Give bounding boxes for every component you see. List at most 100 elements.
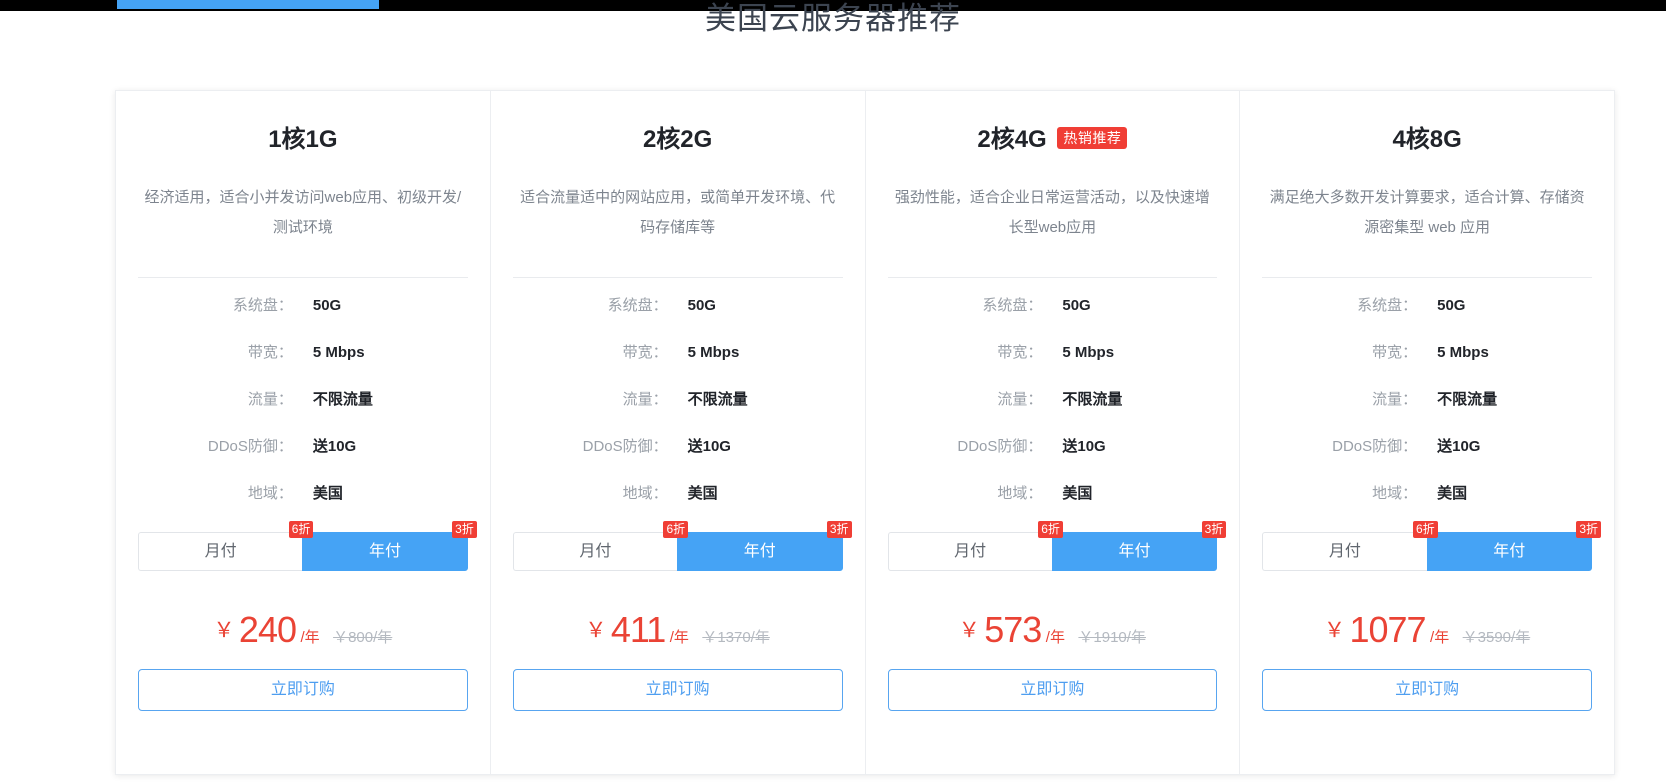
- discount-badge-monthly: 6折: [288, 521, 314, 538]
- spec-row-traffic: 流量： 不限流量: [1240, 388, 1614, 435]
- spec-value: 美国: [687, 485, 718, 502]
- spec-value: 不限流量: [1062, 391, 1123, 408]
- order-button[interactable]: 立即订购: [138, 669, 468, 711]
- spec-row-ddos: DDoS防御： 送10G: [1240, 435, 1614, 482]
- discount-badge-yearly: 3折: [826, 521, 852, 538]
- price-currency: ￥: [585, 619, 607, 642]
- card-divider: [887, 277, 1218, 278]
- billing-option-yearly[interactable]: 年付 3折: [1051, 521, 1227, 571]
- spec-row-bandwidth: 带宽： 5 Mbps: [866, 341, 1240, 388]
- price-amount: 573: [984, 609, 1042, 650]
- price-original: ￥800/年: [333, 629, 393, 646]
- discount-badge-yearly: 3折: [1576, 521, 1601, 538]
- spec-row-bandwidth: 带宽： 5 Mbps: [116, 341, 490, 388]
- spec-label: 流量：: [247, 391, 293, 408]
- spec-list: 系统盘： 50G 带宽： 5 Mbps 流量： 不限流量 DDoS防御： 送10…: [1240, 294, 1614, 529]
- spec-value: 5 Mbps: [312, 344, 365, 361]
- spec-value: 不限流量: [312, 391, 373, 408]
- billing-option-yearly[interactable]: 年付 3折: [302, 521, 477, 571]
- discount-badge-monthly: 6折: [1412, 521, 1438, 538]
- spec-row-bandwidth: 带宽： 5 Mbps: [491, 341, 865, 388]
- spec-list: 系统盘： 50G 带宽： 5 Mbps 流量： 不限流量 DDoS防御： 送10…: [116, 294, 490, 529]
- billing-option-label: 年付: [743, 543, 776, 560]
- order-button[interactable]: 立即订购: [887, 669, 1218, 711]
- plan-title: 2核4G 热销推荐: [888, 124, 1218, 156]
- spec-label: 流量：: [622, 391, 668, 408]
- billing-option-monthly[interactable]: 月付 6折: [1262, 521, 1438, 571]
- spec-value: 5 Mbps: [1062, 344, 1115, 361]
- spec-row-traffic: 流量： 不限流量: [116, 388, 490, 435]
- price-row: ￥ 573 /年 ￥1910/年: [866, 609, 1240, 651]
- page-title: 美国云服务器推荐: [705, 1, 961, 36]
- plan-description: 经济适用，适合小并发访问web应用、初级开发/测试环境: [144, 189, 462, 236]
- discount-badge-yearly: 3折: [452, 521, 477, 538]
- spec-label: 地域：: [997, 485, 1043, 502]
- billing-option-yearly[interactable]: 年付 3折: [1426, 521, 1601, 571]
- spec-label: DDoS防御：: [957, 438, 1043, 455]
- spec-label: DDoS防御：: [207, 438, 293, 455]
- plan-title: 1核1G: [138, 124, 468, 156]
- spec-label: 地域：: [1372, 485, 1418, 502]
- card-divider: [1262, 277, 1592, 278]
- plan-title-text: 4核8G: [1392, 126, 1462, 153]
- plan-description: 适合流量适中的网站应用，或简单开发环境、代码存储库等: [520, 189, 836, 236]
- hot-sale-badge: 热销推荐: [1057, 127, 1128, 149]
- billing-option-monthly[interactable]: 月付 6折: [138, 521, 314, 571]
- spec-label: 流量：: [1372, 391, 1418, 408]
- spec-value: 送10G: [1062, 438, 1106, 455]
- spec-row-disk: 系统盘： 50G: [1240, 294, 1614, 341]
- spec-value: 50G: [1062, 297, 1091, 314]
- billing-cycle-toggle: 月付 6折 年付 3折: [138, 521, 477, 571]
- order-button[interactable]: 立即订购: [512, 669, 843, 711]
- order-button[interactable]: 立即订购: [1262, 669, 1592, 711]
- billing-cycle-toggle: 月付 6折 年付 3折: [887, 521, 1227, 571]
- billing-option-label: 年付: [369, 543, 402, 560]
- price-original: ￥3590/年: [1462, 629, 1531, 646]
- spec-value: 美国: [312, 485, 343, 502]
- spec-value: 送10G: [1437, 438, 1481, 455]
- spec-label: 系统盘：: [1357, 297, 1418, 314]
- spec-value: 50G: [1437, 297, 1466, 314]
- spec-value: 送10G: [312, 438, 357, 455]
- price-currency: ￥: [1324, 619, 1346, 642]
- billing-cycle-toggle: 月付 6折 年付 3折: [512, 521, 852, 571]
- spec-label: DDoS防御：: [582, 438, 668, 455]
- price-row: ￥ 411 /年 ￥1370/年: [491, 609, 865, 651]
- spec-row-disk: 系统盘： 50G: [866, 294, 1240, 341]
- plan-description: 强劲性能，适合企业日常运营活动，以及快速增长型web应用: [894, 189, 1210, 236]
- spec-row-traffic: 流量： 不限流量: [491, 388, 865, 435]
- billing-option-monthly[interactable]: 月付 6折: [887, 521, 1063, 571]
- spec-label: 系统盘：: [607, 297, 668, 314]
- plan-description: 满足绝大多数开发计算要求，适合计算、存储资源密集型 web 应用: [1269, 189, 1585, 236]
- spec-label: 地域：: [247, 485, 293, 502]
- spec-value: 不限流量: [1437, 391, 1498, 408]
- billing-option-label: 月付: [1328, 543, 1361, 560]
- spec-label: 地域：: [622, 485, 668, 502]
- price-amount: 1077: [1349, 609, 1426, 650]
- spec-value: 5 Mbps: [1437, 344, 1489, 361]
- price-unit: /年: [669, 629, 689, 646]
- price-unit: /年: [300, 629, 320, 646]
- price-amount: 411: [610, 609, 666, 650]
- spec-row-ddos: DDoS防御： 送10G: [491, 435, 865, 482]
- card-divider: [138, 277, 468, 278]
- spec-label: DDoS防御：: [1332, 438, 1418, 455]
- billing-option-label: 年付: [1493, 543, 1526, 560]
- spec-row-disk: 系统盘： 50G: [116, 294, 490, 341]
- spec-row-disk: 系统盘： 50G: [491, 294, 865, 341]
- spec-row-bandwidth: 带宽： 5 Mbps: [1240, 341, 1614, 388]
- spec-value: 50G: [312, 297, 342, 314]
- spec-value: 美国: [1062, 485, 1093, 502]
- spec-label: 带宽：: [997, 344, 1043, 361]
- spec-value: 美国: [1437, 485, 1468, 502]
- price-original: ￥1370/年: [702, 629, 770, 646]
- price-amount: 240: [238, 609, 297, 650]
- discount-badge-monthly: 6折: [663, 521, 689, 538]
- spec-label: 带宽：: [622, 344, 668, 361]
- spec-label: 系统盘：: [982, 297, 1043, 314]
- plan-title-text: 1核1G: [268, 126, 338, 153]
- billing-option-yearly[interactable]: 年付 3折: [677, 521, 852, 571]
- price-currency: ￥: [958, 619, 980, 642]
- plan-card: 2核2G 适合流量适中的网站应用，或简单开发环境、代码存储库等 系统盘： 50G…: [491, 91, 866, 774]
- billing-option-monthly[interactable]: 月付 6折: [512, 521, 689, 571]
